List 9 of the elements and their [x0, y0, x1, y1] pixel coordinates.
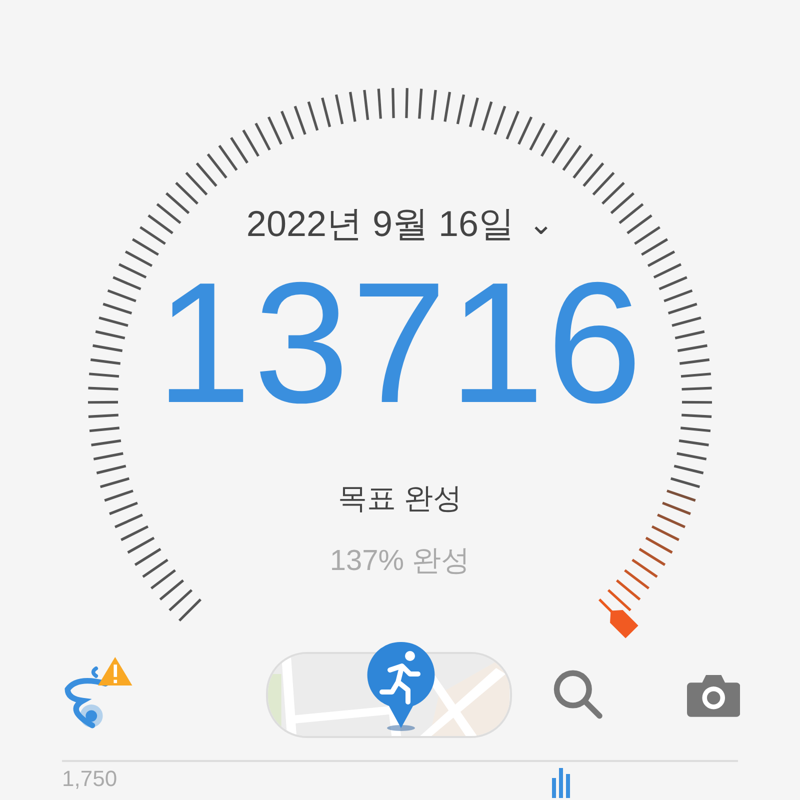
bars-drawing — [552, 768, 572, 798]
runner-pin-icon[interactable] — [366, 640, 436, 732]
goal-percent: 137% 완성 — [330, 544, 470, 579]
date-label[interactable]: 2022년 9월 16일 — [246, 200, 515, 249]
axis-label: 1,750 — [62, 766, 118, 792]
gauge-marker — [610, 610, 638, 638]
step-count: 13716 — [156, 257, 644, 429]
goal-status: 목표 완성 — [338, 482, 462, 517]
expand-icon[interactable]: ⌄ — [528, 210, 554, 240]
